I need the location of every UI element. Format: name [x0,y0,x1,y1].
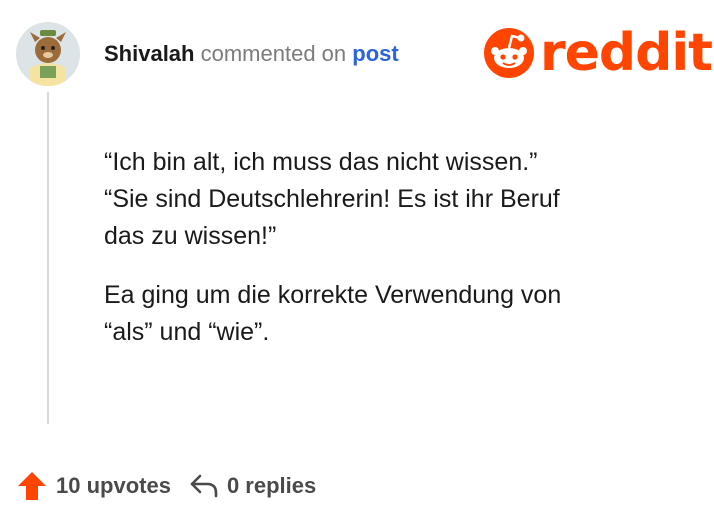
username[interactable]: Shivalah [104,41,194,66]
comment-line: “als” und “wie”. [104,318,270,346]
reply-arrow-icon[interactable] [189,473,219,499]
reddit-logo[interactable]: reddit [482,23,713,83]
comment-paragraph: Ea ging um die korrekte Verwendung von “… [104,277,664,351]
comment-footer: 10 upvotes 0 replies [16,470,316,502]
thread-line[interactable] [47,92,49,424]
action-text: commented on [200,41,347,66]
comment-line: Ea ging um die korrekte Verwendung von [104,281,562,309]
reply-count[interactable]: 0 replies [227,473,316,499]
comment-line: das zu wissen!” [104,222,277,250]
comment-line: “Ich bin alt, ich muss das nicht wissen.… [104,148,538,176]
avatar-icon [16,22,80,86]
comment-paragraph: “Ich bin alt, ich muss das nicht wissen.… [104,144,664,255]
comment-body: “Ich bin alt, ich muss das nicht wissen.… [104,144,664,373]
upvote-count[interactable]: 10 upvotes [56,473,171,499]
comment-header: Shivalah commented on post [104,40,399,68]
comment-line: “Sie sind Deutschlehrerin! Es ist ihr Be… [104,185,560,213]
reddit-snoo-icon [484,28,534,78]
reddit-wordmark: reddit [540,23,713,83]
upvote-arrow-icon[interactable] [16,470,48,502]
post-link[interactable]: post [352,41,398,66]
avatar[interactable] [16,22,80,86]
